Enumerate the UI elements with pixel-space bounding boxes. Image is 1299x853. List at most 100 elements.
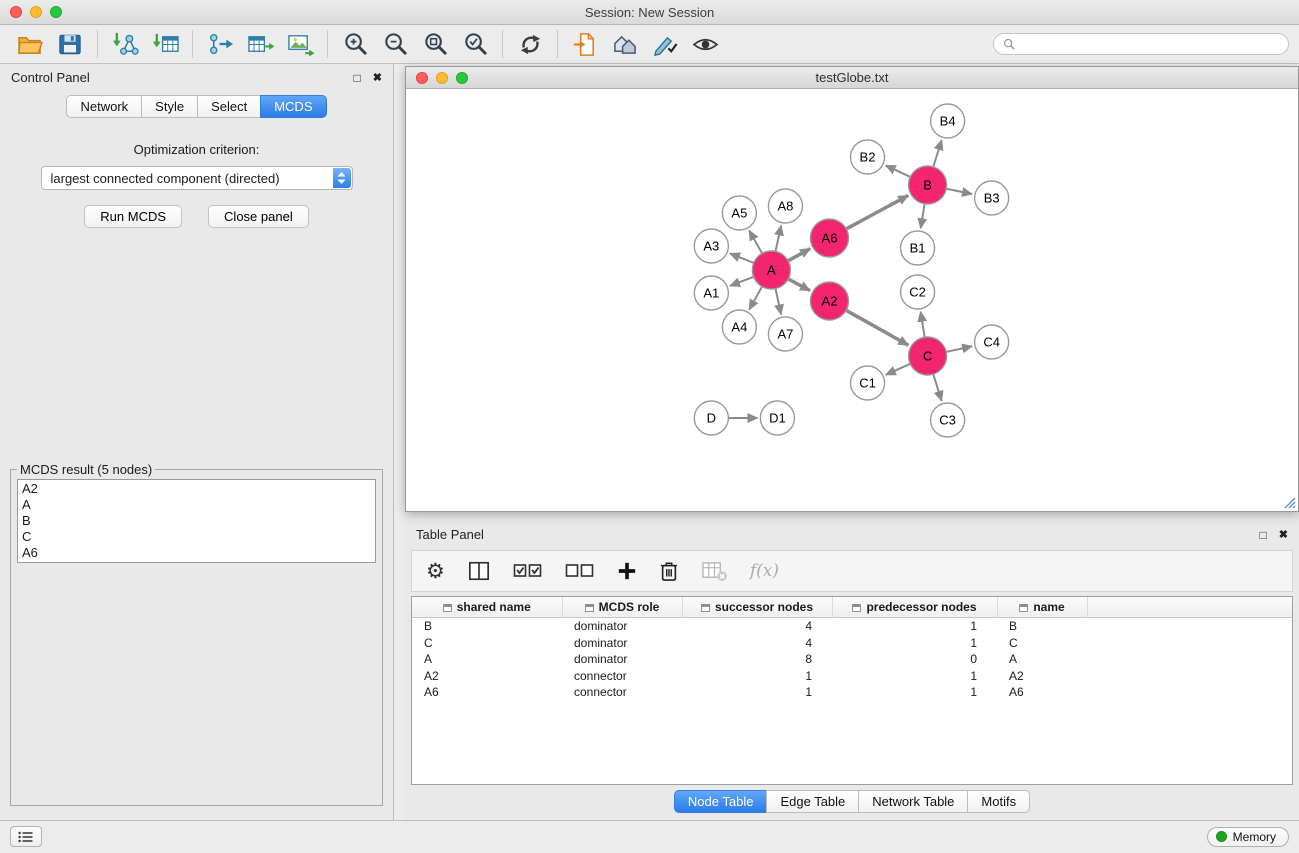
column-header-shared-name[interactable]: shared name [412,597,562,618]
insert-column-button[interactable] [467,560,491,582]
zoom-window-button[interactable] [50,6,62,18]
edge-C-C1[interactable] [886,364,910,375]
function-builder-button[interactable]: f(x) [750,561,779,581]
close-table-panel-icon[interactable]: ✖ [1279,528,1288,541]
table-row[interactable]: A2connector11A2 [412,668,1292,685]
edge-A-A8[interactable] [775,226,781,252]
open-session-button[interactable] [10,28,50,60]
edge-B-B4[interactable] [933,140,941,167]
network-minimize-button[interactable] [436,72,448,84]
network-canvas[interactable]: B4 B2 B B3 A8 A5 A6 A3 B1 A A1 C2 A2 A4 A7 C4 C C1 C3 D D1 [406,89,1298,511]
node-A2[interactable]: A2 [810,282,848,320]
zoom-fit-button[interactable] [415,28,455,60]
import-network-button[interactable] [105,28,145,60]
node-B2[interactable]: B2 [850,140,884,174]
minimize-window-button[interactable] [30,6,42,18]
edge-B-B1[interactable] [921,204,925,228]
result-item[interactable]: B [22,513,371,529]
tab-network[interactable]: Network [66,95,141,118]
search-input[interactable] [1021,36,1279,52]
edge-C-C4[interactable] [946,346,972,352]
edge-C-C2[interactable] [921,312,925,337]
node-A4[interactable]: A4 [722,310,756,344]
node-A6[interactable]: A6 [810,219,848,257]
result-item[interactable]: A2 [22,481,371,497]
apply-layout-button[interactable] [510,28,550,60]
tab-mcds[interactable]: MCDS [260,95,326,118]
open-network-document-button[interactable] [565,28,605,60]
edge-B-B2[interactable] [886,165,911,177]
node-A8[interactable]: A8 [768,189,802,223]
edge-A6-B[interactable] [846,195,908,228]
table-row[interactable]: Bdominator41B [412,618,1292,635]
memory-button[interactable]: Memory [1207,827,1289,847]
delete-rows-button[interactable] [659,560,679,582]
edge-A-A5[interactable] [749,230,762,253]
criterion-dropdown[interactable]: largest connected component (directed) [41,166,353,190]
node-A3[interactable]: A3 [694,229,728,263]
float-panel-icon[interactable]: □ [354,71,361,85]
close-panel-button[interactable]: Close panel [208,205,309,228]
home-views-button[interactable] [605,28,645,60]
result-item[interactable]: A6 [22,545,371,561]
mcds-result-list[interactable]: A2ABCA6 [17,479,376,563]
export-image-button[interactable] [280,28,320,60]
zoom-in-button[interactable] [335,28,375,60]
node-C1[interactable]: C1 [850,366,884,400]
column-header-MCDS-role[interactable]: MCDS role [562,597,682,618]
export-table-button[interactable] [240,28,280,60]
zoom-selected-button[interactable] [455,28,495,60]
tab-node-table[interactable]: Node Table [674,790,767,813]
deselect-all-button[interactable] [565,562,595,580]
close-window-button[interactable] [10,6,22,18]
float-table-panel-icon[interactable]: □ [1260,528,1267,542]
export-network-button[interactable] [200,28,240,60]
node-D[interactable]: D [694,401,728,435]
result-item[interactable]: C [22,529,371,545]
table-options-button[interactable]: ⚙ [426,561,445,582]
node-B[interactable]: B [909,166,947,204]
node-C3[interactable]: C3 [931,403,965,437]
resize-grip-icon[interactable] [1283,496,1296,509]
table-row[interactable]: Cdominator41C [412,635,1292,652]
node-B4[interactable]: B4 [931,104,965,138]
style-validation-button[interactable] [645,28,685,60]
table-row[interactable]: Adominator80A [412,651,1292,668]
edge-A-A7[interactable] [775,289,781,315]
node-C4[interactable]: C4 [975,325,1009,359]
import-table-button[interactable] [145,28,185,60]
edge-A-A2[interactable] [788,279,810,291]
search-box[interactable] [993,33,1289,55]
node-D1[interactable]: D1 [760,401,794,435]
edge-A-A3[interactable] [730,253,754,263]
column-header-predecessor-nodes[interactable]: predecessor nodes [832,597,997,618]
save-session-button[interactable] [50,28,90,60]
node-A7[interactable]: A7 [768,317,802,351]
network-zoom-button[interactable] [456,72,468,84]
edge-C-C3[interactable] [933,374,941,401]
edge-A2-C[interactable] [846,310,908,345]
run-mcds-button[interactable]: Run MCDS [84,205,182,228]
node-C[interactable]: C [909,337,947,375]
tab-motifs[interactable]: Motifs [967,790,1030,813]
node-A5[interactable]: A5 [722,196,756,230]
select-all-button[interactable] [513,562,543,580]
network-close-button[interactable] [416,72,428,84]
edge-A-A1[interactable] [730,277,754,286]
node-B1[interactable]: B1 [901,231,935,265]
add-row-button[interactable] [617,561,637,581]
node-C2[interactable]: C2 [901,275,935,309]
node-A[interactable]: A [752,251,790,289]
column-header-successor-nodes[interactable]: successor nodes [682,597,832,618]
tab-network-table[interactable]: Network Table [858,790,967,813]
edge-A-A4[interactable] [749,287,762,310]
table-row[interactable]: A6connector11A6 [412,684,1292,701]
show-panels-button[interactable] [10,826,42,847]
tab-style[interactable]: Style [141,95,197,118]
tab-select[interactable]: Select [197,95,260,118]
delete-table-button[interactable] [701,560,728,583]
zoom-out-button[interactable] [375,28,415,60]
node-B3[interactable]: B3 [975,181,1009,215]
node-A1[interactable]: A1 [694,276,728,310]
edge-B-B3[interactable] [946,189,972,194]
